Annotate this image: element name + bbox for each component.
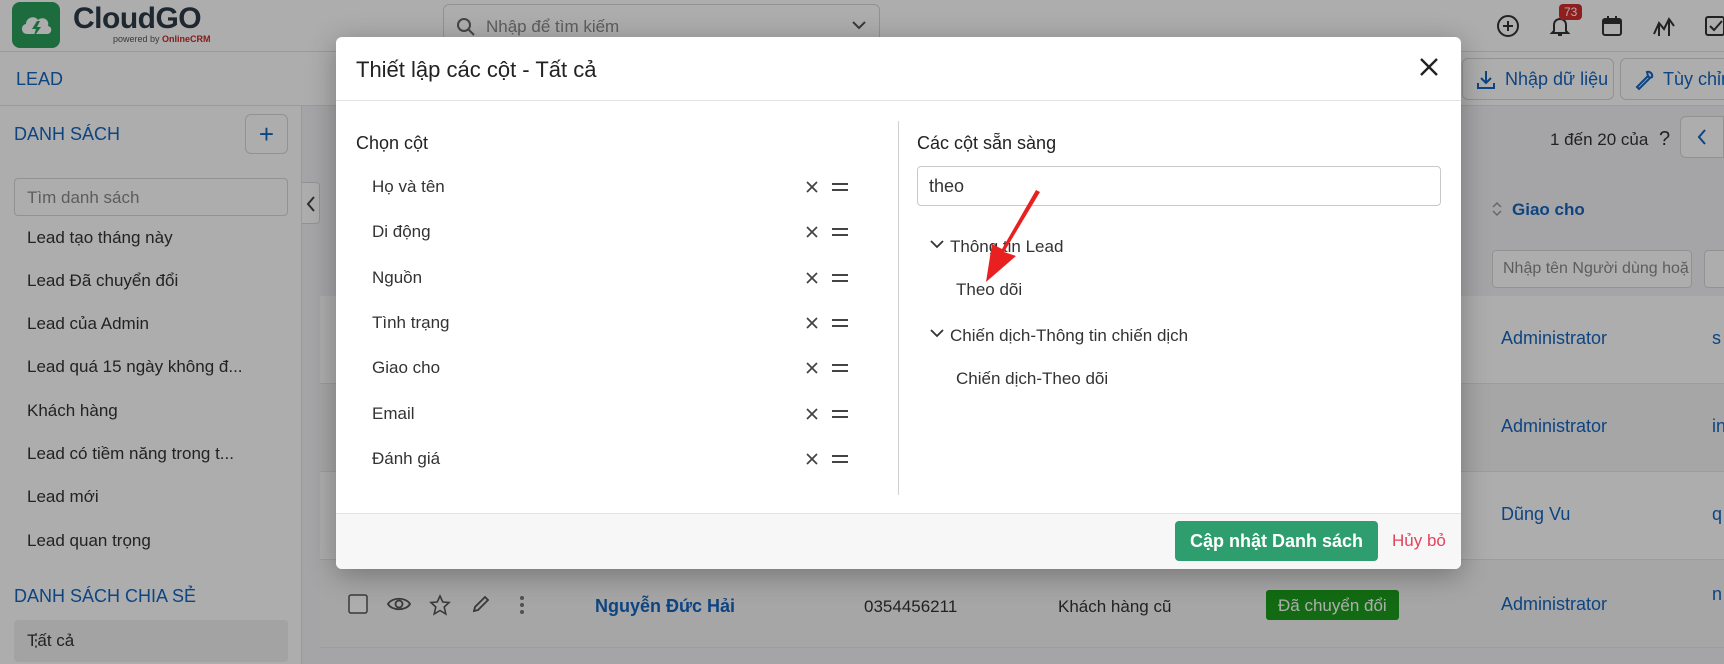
- remove-icon[interactable]: [802, 268, 822, 288]
- drag-handle-icon[interactable]: [830, 179, 850, 195]
- drag-handle-icon[interactable]: [830, 270, 850, 286]
- drag-handle-icon[interactable]: [830, 406, 850, 422]
- drag-handle-icon[interactable]: [830, 360, 850, 376]
- group-label: Chiến dịch-Thông tin chiến dịch: [950, 326, 1189, 345]
- drag-handle-icon[interactable]: [830, 451, 850, 467]
- selected-column-label: Đánh giá: [372, 449, 441, 468]
- modal-title: Thiết lập các cột - Tất cả: [356, 57, 597, 82]
- selected-column-label: Tình trạng: [372, 313, 450, 332]
- selected-column-label: Họ và tên: [372, 177, 445, 196]
- remove-icon[interactable]: [802, 313, 822, 333]
- selected-columns-heading: Chọn cột: [356, 133, 429, 153]
- drag-handle-icon[interactable]: [830, 224, 850, 240]
- remove-icon[interactable]: [802, 177, 822, 197]
- remove-icon[interactable]: [802, 404, 822, 424]
- chevron-down-icon: [930, 240, 944, 249]
- selected-column-item[interactable]: Di động: [372, 218, 855, 248]
- selected-column-item[interactable]: Đánh giá: [372, 445, 855, 475]
- selected-column-label: Giao cho: [372, 358, 441, 377]
- remove-icon[interactable]: [802, 449, 822, 469]
- remove-icon[interactable]: [802, 222, 822, 242]
- chevron-down-icon: [930, 329, 944, 338]
- close-icon[interactable]: [1415, 53, 1443, 81]
- annotation-arrow-icon: [986, 190, 1040, 282]
- column-settings-modal: Thiết lập các cột - Tất cả Chọn cột Họ v…: [336, 37, 1461, 569]
- selected-column-label: Email: [372, 404, 415, 423]
- selected-column-label: Di động: [372, 222, 431, 241]
- available-columns-heading: Các cột sẵn sàng: [917, 133, 1057, 153]
- update-list-button[interactable]: Cập nhật Danh sách: [1175, 521, 1378, 561]
- remove-icon[interactable]: [802, 358, 822, 378]
- selected-column-label: Nguồn: [372, 268, 423, 287]
- selected-column-item[interactable]: Họ và tên: [372, 173, 855, 203]
- selected-column-item[interactable]: Giao cho: [372, 354, 855, 384]
- modal-column-divider: [898, 121, 899, 495]
- drag-handle-icon[interactable]: [830, 315, 850, 331]
- selected-column-item[interactable]: Tình trạng: [372, 309, 855, 339]
- available-column-option[interactable]: Chiến dịch-Theo dõi: [956, 369, 1108, 389]
- selected-column-item[interactable]: Email: [372, 400, 855, 430]
- selected-column-item[interactable]: Nguồn: [372, 264, 855, 294]
- cancel-link[interactable]: Hủy bỏ: [1392, 531, 1446, 551]
- group-toggle-campaign-info[interactable]: Chiến dịch-Thông tin chiến dịch: [930, 322, 1230, 350]
- modal-header-divider: [336, 100, 1461, 101]
